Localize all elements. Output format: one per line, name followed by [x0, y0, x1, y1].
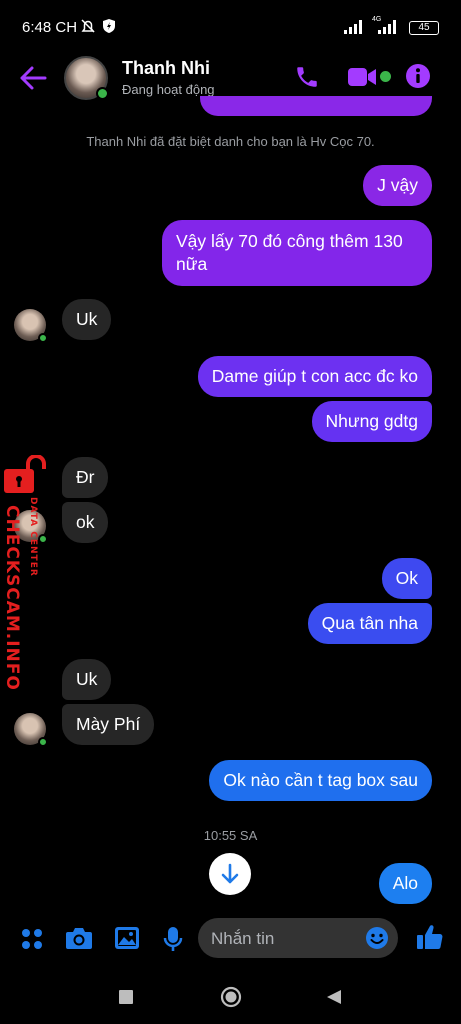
signal-4g-icon — [378, 20, 396, 34]
recents-icon[interactable] — [119, 990, 133, 1004]
outgoing-message[interactable]: Qua tân nha — [307, 603, 432, 644]
message-input-placeholder: Nhắn tin — [211, 929, 275, 948]
composer-bar: Nhắn tin — [0, 914, 461, 964]
message-text: Mày Phí — [76, 714, 141, 734]
incoming-message[interactable]: Đr — [62, 457, 109, 498]
incoming-message[interactable]: Mày Phí — [62, 704, 155, 745]
thumbs-up-icon[interactable] — [416, 923, 444, 951]
contact-status: Đang hoạt động — [122, 82, 215, 97]
message-text: Ok nào cần t tag box sau — [223, 770, 418, 790]
message-text: nữa — [176, 254, 208, 274]
shield-icon — [103, 19, 115, 33]
message-text: J vậy — [377, 175, 418, 195]
status-time: 6:48 CH — [22, 19, 78, 36]
watermark-subtext: DATA CENTER — [28, 497, 38, 577]
outgoing-message[interactable]: Nhưng gdtg — [311, 401, 432, 442]
online-indicator — [38, 737, 48, 747]
message-text: Uk — [76, 669, 98, 689]
back-arrow-icon[interactable] — [18, 64, 48, 92]
phone-call-icon[interactable] — [294, 64, 320, 90]
camera-icon[interactable] — [65, 926, 93, 950]
previous-message-bubble — [200, 96, 432, 116]
system-navigation-bar — [0, 980, 461, 1024]
message-text: Nhưng gdtg — [325, 411, 418, 431]
message-text: Qua tân nha — [321, 613, 418, 633]
message-text: ok — [76, 512, 95, 532]
outgoing-message[interactable]: Dame giúp t con acc đc ko — [197, 356, 432, 397]
home-icon[interactable] — [220, 986, 242, 1008]
battery-level: 45 — [418, 22, 430, 33]
watermark-text: CHECKSCAM.INFO — [2, 505, 22, 691]
back-nav-icon[interactable] — [326, 989, 342, 1005]
video-online-dot — [380, 71, 391, 82]
outgoing-message[interactable]: Alo — [378, 863, 432, 904]
message-text: Uk — [76, 309, 98, 329]
microphone-icon[interactable] — [163, 926, 183, 952]
message-text: Đr — [76, 467, 95, 487]
signal-icon — [344, 20, 362, 34]
contact-avatar-small[interactable] — [14, 309, 48, 343]
emoji-icon[interactable] — [365, 926, 389, 950]
info-icon[interactable] — [405, 63, 431, 89]
video-call-icon[interactable] — [348, 66, 378, 88]
status-bar: 6:48 CH 4G 45 — [0, 0, 461, 56]
incoming-message[interactable]: ok — [62, 502, 109, 543]
mute-icon — [81, 19, 95, 33]
outgoing-message[interactable]: J vậy — [363, 165, 432, 206]
incoming-message[interactable]: Uk — [62, 659, 112, 700]
outgoing-message[interactable]: Ok — [381, 558, 432, 599]
apps-grid-icon[interactable] — [20, 927, 44, 951]
chat-header: Thanh Nhi Đang hoạt động — [0, 56, 461, 100]
scroll-to-bottom-button[interactable] — [209, 853, 251, 895]
arrow-down-icon — [221, 863, 239, 884]
battery-indicator: 45 — [409, 21, 439, 35]
incoming-message[interactable]: Uk — [62, 299, 112, 340]
outgoing-message[interactable]: Ok nào cần t tag box sau — [209, 760, 432, 801]
message-input[interactable]: Nhắn tin — [198, 918, 398, 958]
contact-avatar-small[interactable] — [14, 713, 48, 747]
online-indicator — [96, 87, 109, 100]
message-text: Dame giúp t con acc đc ko — [211, 366, 418, 386]
lock-icon — [4, 455, 46, 493]
message-timestamp: 10:55 SA — [203, 828, 258, 843]
online-indicator — [38, 333, 48, 343]
gallery-icon[interactable] — [114, 926, 140, 950]
nickname-system-message: Thanh Nhi đã đặt biệt danh cho bạn là Hv… — [86, 134, 375, 149]
outgoing-message[interactable]: Vậy lấy 70 đó công thêm 130 nữa — [162, 220, 432, 286]
message-text: Alo — [392, 873, 418, 893]
contact-name[interactable]: Thanh Nhi — [122, 58, 210, 79]
message-text: Ok — [395, 568, 418, 588]
message-text: Vậy lấy 70 đó công thêm 130 — [176, 231, 403, 251]
